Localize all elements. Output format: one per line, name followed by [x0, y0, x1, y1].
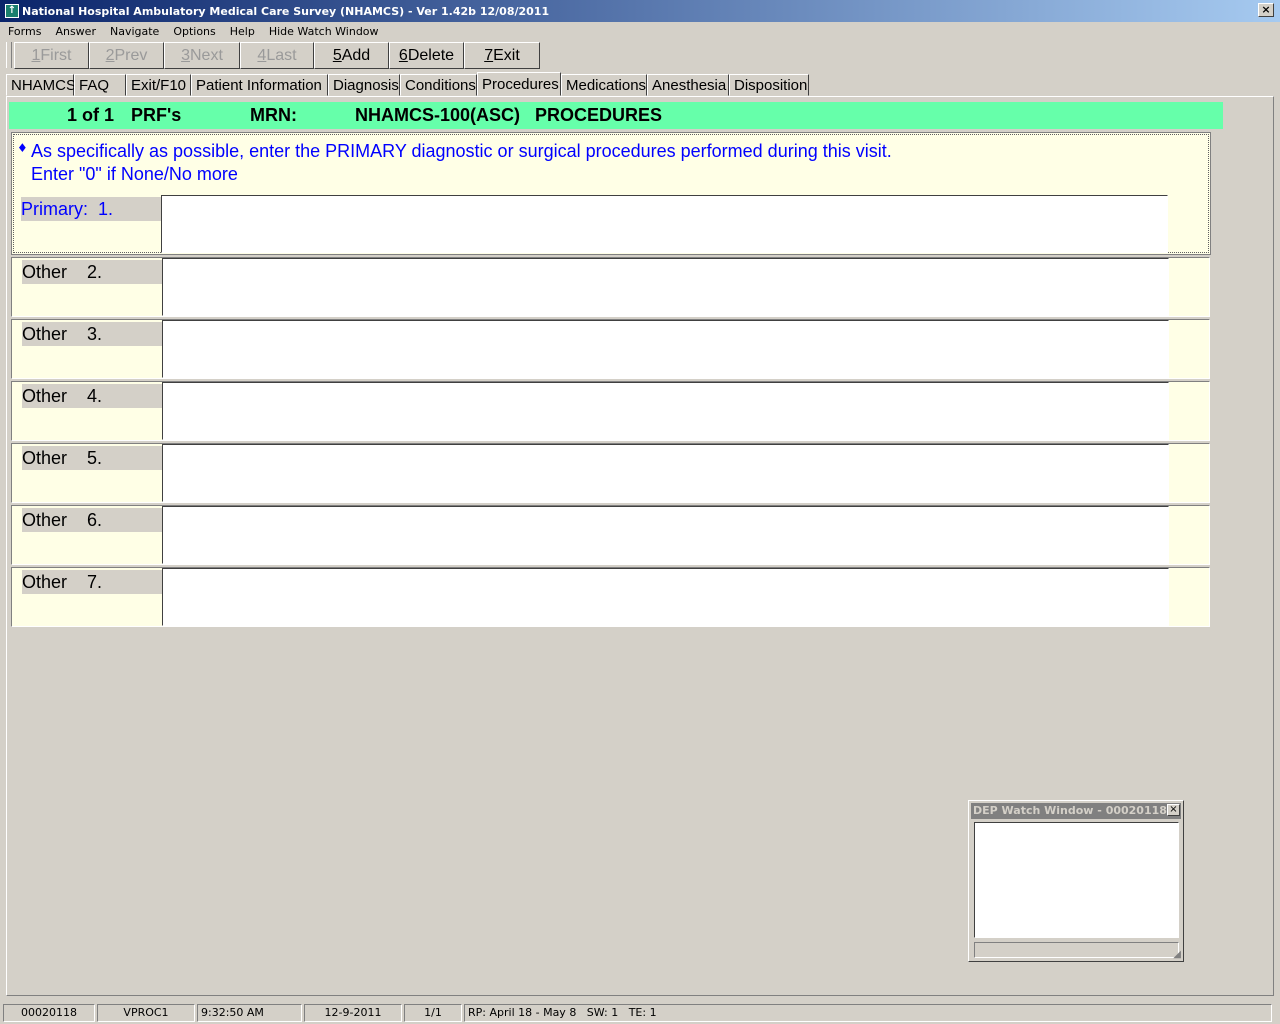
procedure-row-3: Other 3.: [11, 319, 1210, 379]
watch-window-status: [974, 942, 1179, 958]
procedure-input-2[interactable]: [162, 258, 1169, 316]
procedure-row-6: Other 6.: [11, 505, 1210, 565]
menu-options[interactable]: Options: [165, 25, 221, 38]
instruction-line-1: As specifically as possible, enter the P…: [31, 141, 892, 161]
watch-window[interactable]: DEP Watch Window - 00020118 × ◢: [968, 800, 1184, 962]
procedure-label-1: Primary: 1.: [21, 197, 170, 221]
procedure-row-4: Other 4.: [11, 381, 1210, 441]
delete-button[interactable]: 6 Delete: [389, 42, 464, 69]
tab-conditions[interactable]: Conditions: [400, 74, 477, 96]
status-record-id: 00020118: [3, 1004, 95, 1022]
last-button[interactable]: 4 Last: [240, 42, 314, 69]
title-bar: ↑ National Hospital Ambulatory Medical C…: [0, 0, 1280, 22]
toolbar-grip-icon[interactable]: [6, 42, 12, 68]
watch-window-title[interactable]: DEP Watch Window - 00020118: [971, 803, 1181, 819]
procedure-label-7: Other 7.: [22, 570, 171, 594]
menu-hide-watch-window[interactable]: Hide Watch Window: [261, 25, 385, 38]
procedure-input-6[interactable]: [162, 506, 1169, 564]
procedure-input-4[interactable]: [162, 382, 1169, 440]
menu-navigate[interactable]: Navigate: [102, 25, 165, 38]
procedure-row-1: Primary: 1.: [11, 195, 1210, 255]
procedure-input-3[interactable]: [162, 320, 1169, 378]
procedure-label-5: Other 5.: [22, 446, 171, 470]
status-screen: VPROC1: [97, 1004, 195, 1022]
tab-nhamcs[interactable]: NHAMCS: [6, 74, 76, 96]
first-button[interactable]: 1 First: [14, 42, 89, 69]
close-window-button[interactable]: ×: [1258, 3, 1274, 17]
form-title: NHAMCS-100(ASC) PROCEDURES: [355, 105, 663, 125]
record-counter: 1 of 1: [67, 105, 115, 125]
status-date: 12-9-2011: [304, 1004, 402, 1022]
procedure-row-2: Other 2.: [11, 257, 1210, 317]
tab-anesthesia[interactable]: Anesthesia: [647, 74, 729, 96]
procedure-label-6: Other 6.: [22, 508, 171, 532]
tab-disposition[interactable]: Disposition: [729, 74, 809, 96]
app-icon: ↑: [5, 4, 19, 18]
form-header: 1 of 1 PRF's MRN: NHAMCS-100(ASC) PROCED…: [9, 102, 1223, 129]
menu-bar: Forms Answer Navigate Options Help Hide …: [0, 22, 1280, 40]
status-info: RP: April 18 - May 8 SW: 1 TE: 1: [464, 1004, 1272, 1022]
next-button[interactable]: 3 Next: [164, 42, 240, 69]
menu-answer[interactable]: Answer: [47, 25, 102, 38]
menu-help[interactable]: Help: [222, 25, 261, 38]
tab-diagnosis[interactable]: Diagnosis: [328, 74, 400, 96]
add-button[interactable]: 5 Add: [314, 42, 389, 69]
resize-grip-icon[interactable]: ◢: [1173, 949, 1181, 960]
toolbar: 1 First 2 Prev 3 Next 4 Last 5 Add 6 Del…: [6, 42, 540, 70]
status-time: 9:32:50 AM: [197, 1004, 302, 1022]
procedure-input-5[interactable]: [162, 444, 1169, 502]
watch-window-close-button[interactable]: ×: [1167, 804, 1180, 816]
procedure-row-7: Other 7.: [11, 567, 1210, 627]
tab-procedures[interactable]: Procedures: [477, 72, 561, 96]
instruction-text: As specifically as possible, enter the P…: [18, 140, 892, 186]
tab-strip: NHAMCS FAQ Exit/F10 Patient Information …: [6, 72, 809, 96]
procedure-input-7[interactable]: [162, 568, 1169, 626]
tab-medications[interactable]: Medications: [561, 74, 647, 96]
window-title: National Hospital Ambulatory Medical Car…: [22, 4, 550, 18]
form-code: PRF's: [131, 105, 182, 125]
procedure-label-2: Other 2.: [22, 260, 171, 284]
exit-button[interactable]: 7 Exit: [464, 42, 540, 69]
prev-button[interactable]: 2 Prev: [89, 42, 164, 69]
menu-forms[interactable]: Forms: [0, 25, 47, 38]
procedure-label-4: Other 4.: [22, 384, 171, 408]
procedure-input-1[interactable]: [161, 195, 1168, 253]
status-bar: 00020118 VPROC1 9:32:50 AM 12-9-2011 1/1…: [0, 1002, 1280, 1024]
procedure-label-3: Other 3.: [22, 322, 171, 346]
instruction-line-2: Enter "0" if None/No more: [31, 164, 238, 184]
tab-faq[interactable]: FAQ: [74, 74, 126, 96]
status-page: 1/1: [404, 1004, 462, 1022]
tab-exit-f10[interactable]: Exit/F10: [126, 74, 191, 96]
procedure-row-5: Other 5.: [11, 443, 1210, 503]
mrn-label: MRN:: [250, 105, 297, 125]
watch-window-content: [974, 822, 1179, 938]
tab-patient-information[interactable]: Patient Information: [191, 74, 328, 96]
